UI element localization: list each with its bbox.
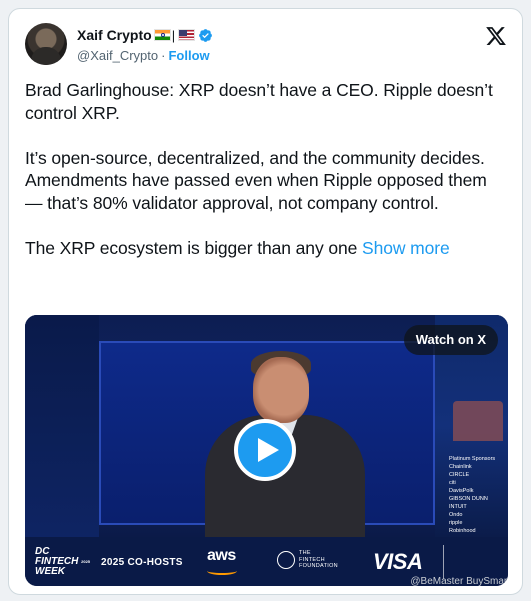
dot-separator: · [161, 48, 166, 63]
sponsor-item: Platinum Sponsors [449, 456, 496, 462]
play-button[interactable] [234, 419, 296, 481]
visa-logo: VISA [373, 549, 423, 574]
display-name[interactable]: Xaif Crypto [77, 27, 152, 43]
sponsor-item: ripple [449, 520, 463, 526]
tweet-line-3: Amendments have passed even when Ripple … [25, 170, 487, 213]
tweet-text: Brad Garlinghouse: XRP doesn’t have a CE… [25, 79, 495, 259]
building-image [453, 401, 503, 441]
tweet-last-line-text: The XRP ecosystem is bigger than any one [25, 237, 358, 258]
video-player[interactable]: Platinum Sponsors Chainlink CIRCLE citi … [25, 315, 508, 586]
cohosts-label: 2025 CO-HOSTS [101, 557, 183, 568]
dc-fintech-week-logo: DC FINTECH 2025 WEEK [35, 546, 91, 577]
sponsor-item: Robinhood [449, 528, 476, 534]
tweet-line-1: Brad Garlinghouse: XRP doesn’t have a CE… [25, 80, 493, 123]
sponsor-item: Ondo [449, 512, 463, 518]
sponsor-list: Platinum Sponsors Chainlink CIRCLE citi … [449, 455, 507, 535]
sponsor-item: INTUIT [449, 504, 467, 510]
follow-button[interactable]: Follow [168, 48, 209, 63]
fintech-foundation-logo-icon [277, 551, 295, 569]
sponsor-item: CIRCLE [449, 472, 470, 478]
tweet-line-2: It’s open-source, decentralized, and the… [25, 147, 485, 168]
play-icon [258, 438, 279, 462]
x-logo-icon[interactable] [484, 25, 508, 47]
sponsor-item: GIBSON DUNN [449, 496, 488, 502]
tweet-line-last: The XRP ecosystem is bigger than any one… [25, 237, 495, 260]
flag-separator: | [171, 27, 176, 43]
event-banner: DC FINTECH 2025 WEEK 2025 CO-HOSTS aws T… [25, 537, 508, 586]
author-info: Xaif Crypto | @Xaif_Crypto · Follow [77, 25, 213, 63]
avatar[interactable] [25, 23, 67, 65]
handle[interactable]: @Xaif_Crypto [77, 48, 158, 63]
verified-badge-icon [199, 28, 212, 42]
watch-on-x-button[interactable]: Watch on X [403, 325, 498, 355]
sponsor-item: DavisPolk [449, 488, 474, 494]
aws-logo: aws [207, 547, 236, 564]
show-more-link[interactable]: Show more [362, 238, 450, 258]
sponsor-item: citi [449, 480, 456, 486]
us-flag-icon [178, 29, 196, 41]
watermark: @BeMaster BuySmart [410, 576, 508, 586]
india-flag-icon [153, 29, 171, 41]
tweet-header: Xaif Crypto | @Xaif_Crypto · Follow [25, 23, 506, 73]
sponsor-item: Chainlink [449, 464, 472, 470]
fintech-foundation-text: THE FINTECH FOUNDATION [299, 550, 338, 569]
tweet-card[interactable]: Xaif Crypto | @Xaif_Crypto · Follow Brad G… [8, 8, 523, 595]
